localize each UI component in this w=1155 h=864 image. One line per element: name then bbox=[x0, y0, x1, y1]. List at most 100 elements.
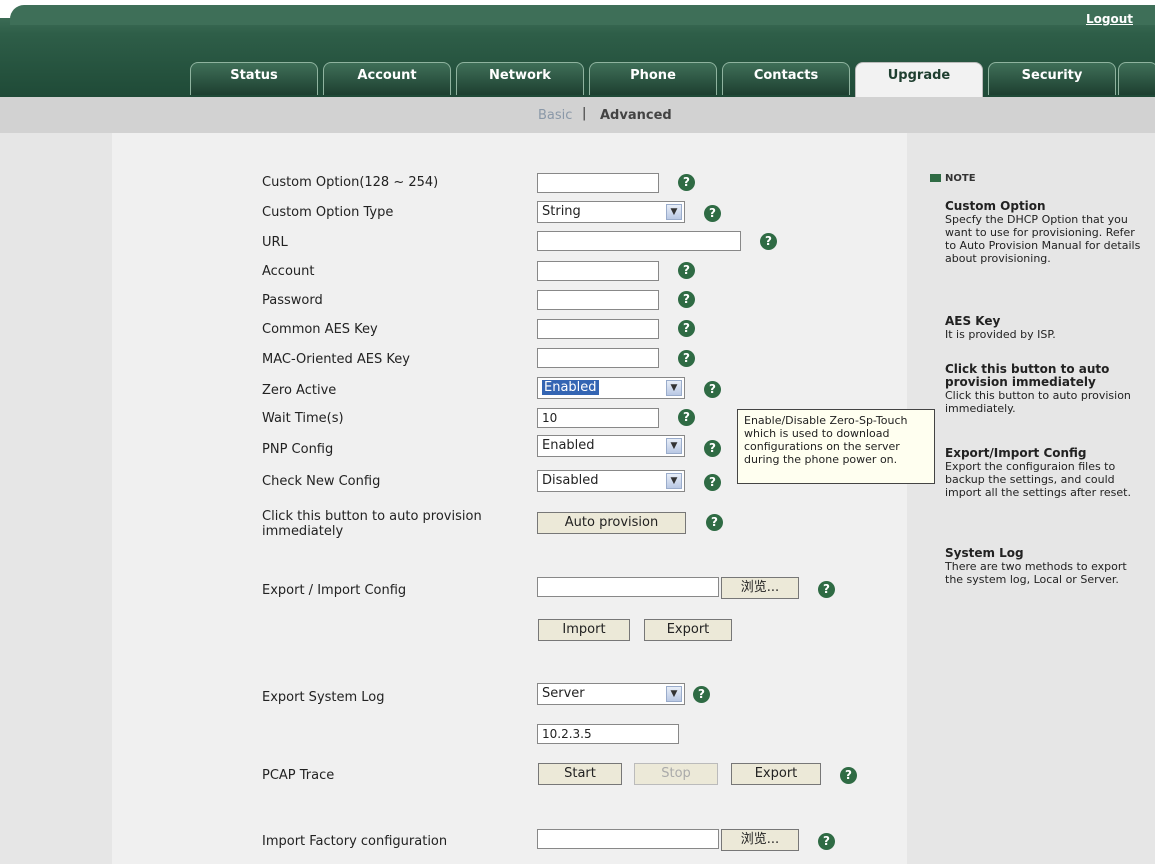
zero-active-tooltip: Enable/Disable Zero-Sp-Touch which is us… bbox=[737, 409, 935, 484]
password-label: Password bbox=[262, 293, 323, 308]
common-aes-label: Common AES Key bbox=[262, 322, 378, 337]
check-new-config-label: Check New Config bbox=[262, 474, 381, 489]
tab-security[interactable]: Security bbox=[988, 62, 1116, 95]
tab-contacts[interactable]: Contacts bbox=[722, 62, 850, 95]
note-export-import: Export/Import Config Export the configur… bbox=[945, 446, 1145, 500]
zero-active-label: Zero Active bbox=[262, 383, 337, 398]
logout-link[interactable]: Logout bbox=[1086, 12, 1133, 26]
note-system-log: System Log There are two methods to expo… bbox=[945, 546, 1145, 587]
tab-status[interactable]: Status bbox=[190, 62, 318, 95]
export-system-log-value: Server bbox=[542, 686, 585, 701]
custom-option-input[interactable] bbox=[537, 173, 659, 193]
custom-option-type-value: String bbox=[542, 204, 581, 219]
tab-account[interactable]: Account bbox=[323, 62, 451, 95]
tab-phone[interactable]: Phone bbox=[589, 62, 717, 95]
export-import-label: Export / Import Config bbox=[262, 583, 407, 598]
password-help-icon[interactable]: ? bbox=[678, 291, 695, 308]
check-new-config-help-icon[interactable]: ? bbox=[704, 474, 721, 491]
pcap-trace-label: PCAP Trace bbox=[262, 768, 335, 783]
note-auto-provision: Click this button to auto provision imme… bbox=[945, 362, 1145, 416]
header: Logout Status Account Network Phone Cont… bbox=[0, 0, 1155, 98]
chevron-down-icon: ▼ bbox=[666, 438, 682, 454]
chevron-down-icon: ▼ bbox=[666, 686, 682, 702]
note-heading-text: NOTE bbox=[945, 173, 976, 184]
chevron-down-icon: ▼ bbox=[666, 473, 682, 489]
factory-browse-button[interactable]: 浏览... bbox=[721, 829, 799, 851]
zero-active-value: Enabled bbox=[542, 380, 599, 395]
tab-overflow[interactable] bbox=[1118, 62, 1155, 95]
note-custom-option-text: Specfy the DHCP Option that you want to … bbox=[945, 213, 1141, 265]
tab-upgrade[interactable]: Upgrade bbox=[855, 62, 983, 98]
password-input[interactable] bbox=[537, 290, 659, 310]
url-input[interactable] bbox=[537, 231, 741, 251]
account-label: Account bbox=[262, 264, 315, 279]
note-heading: NOTE bbox=[930, 173, 976, 184]
common-aes-help-icon[interactable]: ? bbox=[678, 320, 695, 337]
tab-network[interactable]: Network bbox=[456, 62, 584, 95]
note-aes: AES Key It is provided by ISP. bbox=[945, 314, 1145, 342]
custom-option-type-help-icon[interactable]: ? bbox=[704, 205, 721, 222]
check-new-config-select[interactable]: Disabled ▼ bbox=[537, 470, 685, 492]
auto-provision-help-icon[interactable]: ? bbox=[706, 514, 723, 531]
custom-option-type-label: Custom Option Type bbox=[262, 205, 394, 220]
zero-active-help-icon[interactable]: ? bbox=[704, 381, 721, 398]
note-export-title: Export/Import Config bbox=[945, 446, 1087, 460]
import-button[interactable]: Import bbox=[538, 619, 630, 641]
note-aes-title: AES Key bbox=[945, 314, 1001, 328]
export-system-log-help-icon[interactable]: ? bbox=[693, 686, 710, 703]
note-auto-text: Click this button to auto provision imme… bbox=[945, 389, 1131, 415]
content-panel bbox=[112, 133, 907, 864]
pcap-start-button[interactable]: Start bbox=[538, 763, 622, 785]
check-new-config-value: Disabled bbox=[542, 473, 599, 488]
note-icon bbox=[930, 174, 941, 182]
wait-time-label: Wait Time(s) bbox=[262, 411, 344, 426]
mac-aes-input[interactable] bbox=[537, 348, 659, 368]
common-aes-input[interactable] bbox=[537, 319, 659, 339]
account-input[interactable] bbox=[537, 261, 659, 281]
note-aes-text: It is provided by ISP. bbox=[945, 328, 1056, 341]
subnav-advanced[interactable]: Advanced bbox=[600, 108, 672, 123]
import-factory-help-icon[interactable]: ? bbox=[818, 833, 835, 850]
export-import-help-icon[interactable]: ? bbox=[818, 581, 835, 598]
note-syslog-title: System Log bbox=[945, 546, 1024, 560]
import-factory-label: Import Factory configuration bbox=[262, 834, 448, 849]
wait-time-input[interactable]: 10 bbox=[537, 408, 659, 428]
factory-file-input[interactable] bbox=[537, 829, 719, 849]
pnp-config-help-icon[interactable]: ? bbox=[704, 440, 721, 457]
export-system-log-label: Export System Log bbox=[262, 690, 385, 705]
custom-option-type-select[interactable]: String ▼ bbox=[537, 201, 685, 223]
auto-provision-button[interactable]: Auto provision bbox=[537, 512, 686, 534]
auto-provision-label: Click this button to auto provision imme… bbox=[262, 509, 482, 539]
config-file-input[interactable] bbox=[537, 577, 719, 597]
pcap-stop-button[interactable]: Stop bbox=[634, 763, 718, 785]
export-system-log-select[interactable]: Server ▼ bbox=[537, 683, 685, 705]
custom-option-label: Custom Option(128 ~ 254) bbox=[262, 175, 439, 190]
subnav-separator: | bbox=[582, 106, 587, 121]
mac-aes-help-icon[interactable]: ? bbox=[678, 350, 695, 367]
pnp-config-label: PNP Config bbox=[262, 442, 334, 457]
pcap-export-button[interactable]: Export bbox=[731, 763, 821, 785]
url-label: URL bbox=[262, 235, 288, 250]
note-custom-option: Custom Option Specfy the DHCP Option tha… bbox=[945, 199, 1145, 266]
custom-option-help-icon[interactable]: ? bbox=[678, 174, 695, 191]
sub-navigation: Basic | Advanced bbox=[0, 97, 1155, 133]
header-curve bbox=[10, 5, 1155, 25]
url-help-icon[interactable]: ? bbox=[760, 233, 777, 250]
log-server-input[interactable]: 10.2.3.5 bbox=[537, 724, 679, 744]
note-syslog-text: There are two methods to export the syst… bbox=[945, 560, 1127, 586]
note-auto-title: Click this button to auto provision imme… bbox=[945, 362, 1110, 389]
account-help-icon[interactable]: ? bbox=[678, 262, 695, 279]
chevron-down-icon: ▼ bbox=[666, 204, 682, 220]
pcap-help-icon[interactable]: ? bbox=[840, 767, 857, 784]
note-export-text: Export the configuraion files to backup … bbox=[945, 460, 1131, 499]
zero-active-select[interactable]: Enabled ▼ bbox=[537, 377, 685, 399]
pnp-config-value: Enabled bbox=[542, 438, 595, 453]
subnav-basic[interactable]: Basic bbox=[538, 108, 572, 123]
wait-time-help-icon[interactable]: ? bbox=[678, 409, 695, 426]
chevron-down-icon: ▼ bbox=[666, 380, 682, 396]
note-custom-option-title: Custom Option bbox=[945, 199, 1046, 213]
export-config-button[interactable]: Export bbox=[644, 619, 732, 641]
mac-aes-label: MAC-Oriented AES Key bbox=[262, 352, 410, 367]
config-browse-button[interactable]: 浏览... bbox=[721, 577, 799, 599]
pnp-config-select[interactable]: Enabled ▼ bbox=[537, 435, 685, 457]
